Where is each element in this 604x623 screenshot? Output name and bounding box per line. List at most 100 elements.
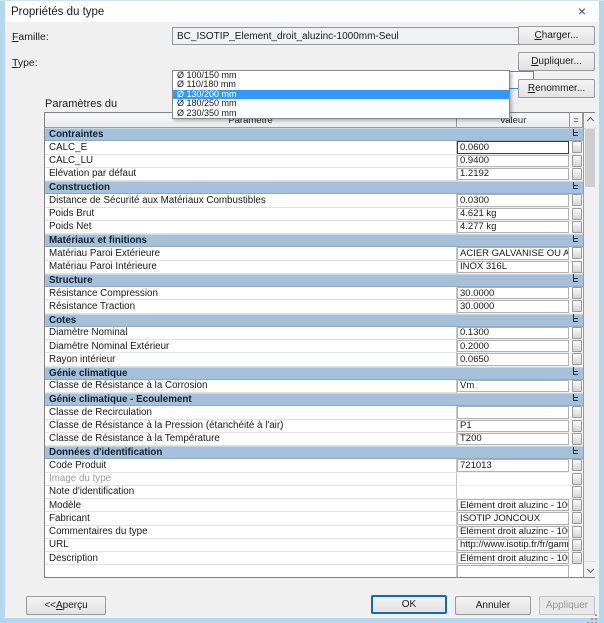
collapse-section-icon[interactable] <box>573 448 578 454</box>
collapse-section-icon[interactable] <box>573 130 578 136</box>
section-header-row[interactable]: Génie climatique <box>45 367 583 380</box>
parameter-row[interactable]: Classe de Recirculation <box>45 406 583 419</box>
parameter-row[interactable]: CALC_E0.0600 <box>45 141 583 154</box>
collapse-section-icon[interactable] <box>573 276 578 282</box>
associate-parameter-button[interactable] <box>572 208 582 220</box>
dropdown-option[interactable]: Ø 100/150 mm <box>173 71 509 80</box>
collapse-section-icon[interactable] <box>573 183 578 189</box>
vertical-scrollbar[interactable] <box>583 113 596 577</box>
parameter-value-input[interactable]: 0.2000 <box>457 340 569 352</box>
associate-parameter-button[interactable] <box>572 539 582 551</box>
associate-parameter-button[interactable] <box>572 420 582 432</box>
parameter-value-input[interactable]: INOX 316L <box>457 261 569 273</box>
collapse-section-icon[interactable] <box>573 316 578 322</box>
section-header-row[interactable]: Structure <box>45 274 583 287</box>
section-header-row[interactable]: Construction <box>45 181 583 194</box>
associate-parameter-button[interactable] <box>572 406 582 418</box>
associate-parameter-button[interactable] <box>572 194 582 206</box>
associate-parameter-button[interactable] <box>572 459 582 471</box>
parameter-value-input[interactable]: 4.621 kg <box>457 208 569 220</box>
scroll-down-icon[interactable] <box>584 561 596 577</box>
parameter-value-input[interactable]: 0.9400 <box>457 155 569 167</box>
parameter-row[interactable]: Classe de Résistance à la Pression (étan… <box>45 420 583 433</box>
associate-parameter-button[interactable] <box>572 247 582 259</box>
section-header-row[interactable]: Matériaux et finitions <box>45 234 583 247</box>
parameter-row[interactable]: Matériau Paroi IntérieureINOX 316L <box>45 261 583 274</box>
associate-parameter-button[interactable] <box>572 287 582 299</box>
family-combobox[interactable]: BC_ISOTIP_Element_droit_aluzinc-1000mm-S… <box>172 27 534 45</box>
dropdown-option[interactable]: Ø 110/180 mm <box>173 80 509 89</box>
associate-parameter-button[interactable] <box>572 261 582 273</box>
parameter-row[interactable]: ModèleElément droit aluzinc - 1000 mm <box>45 499 583 512</box>
cancel-button[interactable]: Annuler <box>455 596 531 615</box>
associate-parameter-button[interactable] <box>572 526 582 538</box>
associate-parameter-button[interactable] <box>572 512 582 524</box>
parameter-row[interactable]: Résistance Traction30.0000 <box>45 300 583 313</box>
load-button[interactable]: Charger... <box>518 26 595 45</box>
parameter-value-input[interactable]: P1 <box>457 420 569 432</box>
associate-parameter-button[interactable] <box>572 380 582 392</box>
parameter-row[interactable]: Matériau Paroi ExtérieureACIER GALVANISE… <box>45 247 583 260</box>
associate-parameter-button[interactable] <box>572 340 582 352</box>
parameter-row[interactable]: Note d'identification <box>45 486 583 499</box>
section-header-row[interactable]: Génie climatique - Ecoulement <box>45 393 583 406</box>
parameter-value-input[interactable]: Vm <box>457 380 569 392</box>
resize-grip[interactable] <box>595 614 597 616</box>
section-header-row[interactable]: Cotes <box>45 314 583 327</box>
associate-parameter-button[interactable] <box>572 221 582 233</box>
parameter-value-input[interactable]: ISOTIP JONCOUX <box>457 512 569 524</box>
associate-parameter-button[interactable] <box>572 499 582 511</box>
parameter-row[interactable]: Diamètre Nominal0.1300 <box>45 327 583 340</box>
associate-parameter-button[interactable] <box>572 473 582 485</box>
parameter-value-input[interactable]: 0.0600 <box>457 141 569 153</box>
parameter-row[interactable]: Rayon intérieur0.0650 <box>45 353 583 366</box>
parameter-value-input[interactable]: 1.2192 <box>457 168 569 180</box>
parameter-value-input[interactable]: 30.0000 <box>457 300 569 312</box>
parameter-row[interactable]: Commentaires du typeElément droit aluzin… <box>45 526 583 539</box>
parameter-row[interactable]: Distance de Sécurité aux Matériaux Combu… <box>45 194 583 207</box>
parameter-value-input[interactable] <box>457 565 569 577</box>
collapse-section-icon[interactable] <box>573 395 578 401</box>
parameter-value-input[interactable]: 721013 <box>457 459 569 471</box>
parameter-row[interactable]: Classe de Résistance à la CorrosionVm <box>45 380 583 393</box>
associate-parameter-button[interactable] <box>572 300 582 312</box>
parameter-row[interactable]: URLhttp://www.isotip.fr/fr/gamm <box>45 539 583 552</box>
associate-parameter-button[interactable] <box>572 327 582 339</box>
parameter-value-input[interactable]: Elément droit aluzinc - 1000 mm <box>457 499 569 511</box>
associate-parameter-button[interactable] <box>572 141 582 153</box>
apply-button[interactable]: Appliquer <box>539 596 595 615</box>
parameter-row[interactable]: Résistance Compression30.0000 <box>45 287 583 300</box>
parameter-value-input[interactable]: http://www.isotip.fr/fr/gamm <box>457 539 569 551</box>
parameter-row[interactable]: Image du type <box>45 473 583 486</box>
parameter-value-input[interactable]: Elément droit aluzinc - 1000 mm <box>457 552 569 564</box>
parameter-value-input[interactable]: T200 <box>457 433 569 445</box>
parameter-value-input[interactable]: 0.1300 <box>457 327 569 339</box>
parameter-value-input[interactable]: Elément droit aluzinc - 1000 mm <box>457 526 569 538</box>
associate-parameter-button[interactable] <box>572 353 582 365</box>
parameter-value-input[interactable]: 0.0650 <box>457 353 569 365</box>
parameter-row[interactable] <box>45 565 583 577</box>
parameter-row[interactable]: Code Produit721013 <box>45 459 583 472</box>
associate-parameter-button[interactable] <box>572 168 582 180</box>
parameter-value-input[interactable]: 30.0000 <box>457 287 569 299</box>
associate-parameter-button[interactable] <box>572 155 582 167</box>
dropdown-option[interactable]: Ø 180/250 mm <box>173 99 509 108</box>
associate-parameter-button[interactable] <box>572 433 582 445</box>
ok-button[interactable]: OK <box>371 595 447 614</box>
parameter-row[interactable]: Classe de Résistance à la TempératureT20… <box>45 433 583 446</box>
scrollbar-thumb[interactable] <box>585 129 595 187</box>
associate-parameter-button[interactable] <box>572 552 582 564</box>
parameter-value-input[interactable]: ACIER GALVANISE OU ALUZINC <box>457 247 569 259</box>
section-header-row[interactable]: Contraintes <box>45 128 583 141</box>
scroll-up-icon[interactable] <box>584 113 596 129</box>
parameter-row[interactable]: Diamètre Nominal Extérieur0.2000 <box>45 340 583 353</box>
parameter-row[interactable]: FabricantISOTIP JONCOUX <box>45 512 583 525</box>
dropdown-option[interactable]: Ø 230/350 mm <box>173 109 509 118</box>
close-icon[interactable]: × <box>568 1 596 20</box>
collapse-section-icon[interactable] <box>573 369 578 375</box>
associate-parameter-button[interactable] <box>572 486 582 498</box>
duplicate-button[interactable]: Dupliquer... <box>518 52 595 71</box>
section-header-row[interactable]: Données d'identification <box>45 446 583 459</box>
collapse-section-icon[interactable] <box>573 236 578 242</box>
parameter-row[interactable]: DescriptionElément droit aluzinc - 1000 … <box>45 552 583 565</box>
